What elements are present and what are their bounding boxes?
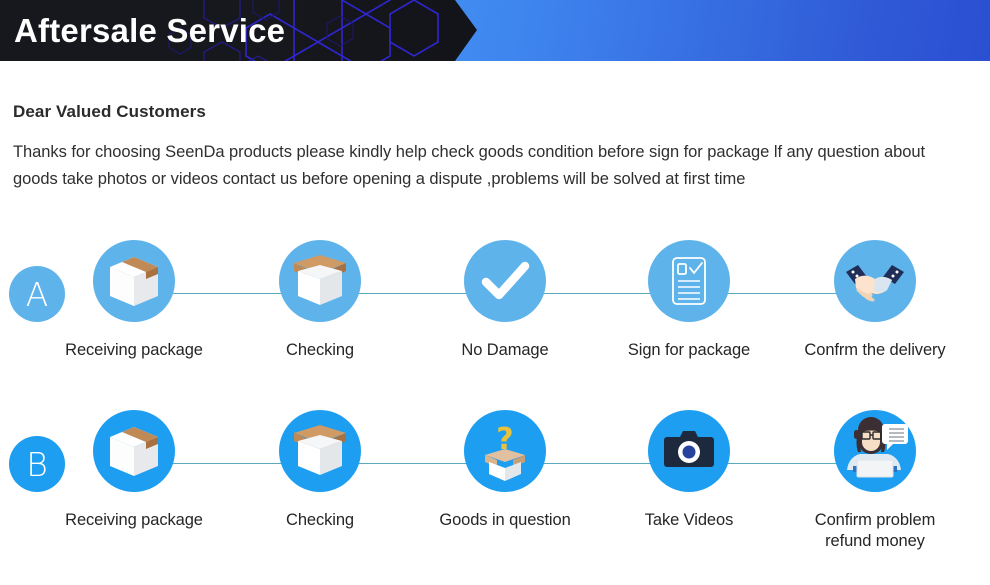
step-b-checking[interactable]: Checking (240, 410, 400, 531)
step-label: No Damage (461, 341, 549, 359)
step-label: Sign for package (627, 341, 751, 359)
step-a-confirm-delivery[interactable]: Confrm the delivery (795, 240, 955, 361)
step-label: Checking (286, 341, 354, 359)
open-box-icon (279, 410, 361, 492)
question-box-icon: ? (464, 410, 546, 492)
signed-document-icon (648, 240, 730, 322)
sealed-box-icon (93, 240, 175, 322)
step-a-sign-for-package[interactable]: Sign for package (609, 240, 769, 361)
flow-row-b: B Receiving package Checking ? Goods in … (0, 410, 990, 560)
step-b-goods-in-question[interactable]: ? Goods in question (425, 410, 585, 531)
step-b-receiving-package[interactable]: Receiving package (54, 410, 214, 531)
step-b-confirm-problem-refund[interactable]: Confirm problem refund money (795, 410, 955, 552)
step-label: Take Videos (644, 511, 734, 529)
camera-icon (648, 410, 730, 492)
handshake-icon (834, 240, 916, 322)
check-mark-icon (464, 240, 546, 322)
step-label: Checking (286, 511, 354, 529)
step-a-checking[interactable]: Checking (240, 240, 400, 361)
step-a-receiving-package[interactable]: Receiving package (54, 240, 214, 361)
step-label: Confrm the delivery (804, 341, 946, 359)
page-header: Aftersale Service (0, 0, 990, 61)
page-title: Aftersale Service (14, 11, 286, 49)
step-label: Receiving package (65, 341, 203, 359)
step-b-take-videos[interactable]: Take Videos (609, 410, 769, 531)
open-box-icon (279, 240, 361, 322)
sealed-box-icon (93, 410, 175, 492)
step-a-no-damage[interactable]: No Damage (425, 240, 585, 361)
support-agent-icon (834, 410, 916, 492)
intro-paragraph: Thanks for choosing SeenDa products plea… (13, 143, 926, 188)
step-label: Goods in question (439, 511, 571, 529)
flow-row-a: A Receiving package Checking No Damage S… (0, 240, 990, 390)
salutation-heading: Dear Valued Customers (13, 102, 206, 121)
step-label: Confirm problem refund money (814, 511, 936, 550)
step-label: Receiving package (65, 511, 203, 529)
